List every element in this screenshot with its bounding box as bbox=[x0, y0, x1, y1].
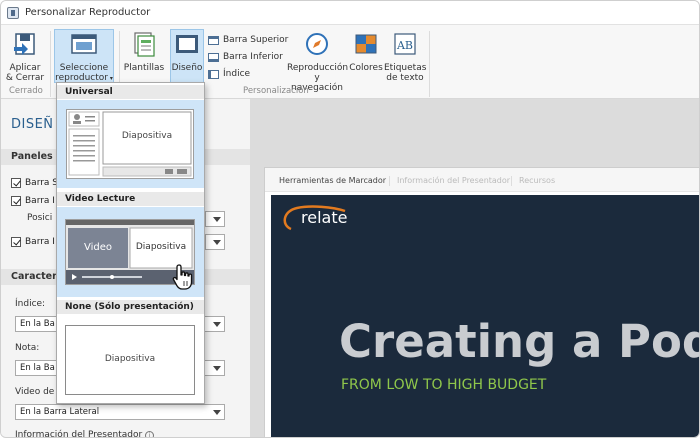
ribbon-separator bbox=[50, 31, 51, 97]
slide-title: Creating a Podc bbox=[339, 315, 699, 368]
universal-layout-icon bbox=[68, 111, 192, 177]
universal-thumbnail: Diapositiva bbox=[66, 109, 194, 179]
text-labels-label-1: Etiquetas bbox=[384, 63, 427, 73]
checkbox-bottom-bar[interactable]: Barra I bbox=[11, 195, 55, 207]
colors-label: Colores bbox=[349, 63, 383, 73]
option-header-video-lecture: Video Lecture bbox=[57, 192, 204, 206]
slide-canvas: relate Creating a Podc FROM LOW TO HIGH … bbox=[271, 195, 699, 437]
color-palette-icon bbox=[355, 34, 377, 54]
video-select[interactable]: En la Barra Lateral bbox=[15, 404, 225, 420]
none-thumbnail: Diapositiva bbox=[65, 325, 195, 395]
design-icon bbox=[176, 35, 198, 53]
apply-label-1: Aplicar bbox=[9, 63, 41, 73]
chevron-down-icon bbox=[213, 322, 221, 327]
text-labels-icon: AB bbox=[394, 33, 416, 55]
tab-bookmark-tools[interactable]: Herramientas de Marcador bbox=[279, 176, 386, 185]
video-lecture-slide-label: Diapositiva bbox=[135, 242, 187, 252]
select-player-button[interactable]: Seleccione reproductor ▾ bbox=[54, 29, 114, 83]
checkbox-index-bar[interactable]: Barra I bbox=[11, 236, 55, 248]
top-bar-button[interactable]: Barra Superior bbox=[208, 33, 288, 47]
select-value: En la Barra Lateral bbox=[20, 407, 100, 417]
player-layout-dropdown: Universal Diapositiva Video Lecture Vide… bbox=[56, 82, 205, 404]
tab-presenter-info[interactable]: Información del Presentador bbox=[397, 176, 510, 185]
presenter-info-label: Información del Presentador i bbox=[15, 430, 155, 438]
tab-separator bbox=[511, 176, 512, 186]
checkbox-top-bar[interactable]: Barra S bbox=[11, 177, 58, 189]
bottom-bar-icon bbox=[208, 52, 219, 62]
templates-label: Plantillas bbox=[123, 63, 165, 73]
panel-heading: DISEÑ bbox=[11, 117, 54, 132]
svg-text:AB: AB bbox=[396, 39, 413, 52]
text-labels-label-2: de texto bbox=[386, 73, 424, 83]
none-slide-label: Diapositiva bbox=[104, 354, 156, 364]
group-label-personalization: Personalización bbox=[243, 86, 309, 96]
app-icon bbox=[7, 7, 19, 19]
colors-button[interactable]: Colores bbox=[349, 31, 383, 81]
option-header-universal: Universal bbox=[57, 85, 204, 99]
checkbox-icon[interactable] bbox=[11, 178, 21, 188]
customize-player-window: Personalizar Reproductor Aplicar & Cerra… bbox=[0, 0, 700, 438]
chevron-down-icon: ▾ bbox=[107, 75, 113, 82]
presenter-info-text: Información del Presentador bbox=[15, 430, 143, 438]
templates-icon bbox=[134, 32, 155, 57]
position-select[interactable] bbox=[205, 211, 225, 227]
index-bar-select[interactable] bbox=[205, 234, 225, 250]
select-value: En la Ba bbox=[20, 363, 55, 373]
ribbon-separator bbox=[429, 31, 430, 97]
chevron-down-icon bbox=[213, 366, 221, 371]
option-header-none: None (Sólo presentación) bbox=[57, 300, 204, 314]
design-label: Diseño bbox=[171, 63, 203, 73]
logo-text: relate bbox=[301, 208, 348, 227]
group-label-closed: Cerrado bbox=[9, 86, 43, 96]
player-window-icon bbox=[71, 34, 97, 54]
templates-button[interactable]: Plantillas bbox=[122, 31, 166, 81]
apply-close-icon bbox=[14, 33, 35, 55]
design-button[interactable]: Diseño bbox=[170, 29, 204, 83]
playback-label-1: Reproducción bbox=[287, 63, 349, 73]
player-preview: Herramientas de Marcador Información del… bbox=[264, 167, 699, 437]
index-button[interactable]: Índice bbox=[208, 67, 250, 81]
playback-navigation-button[interactable]: Reproducción y navegación bbox=[287, 31, 349, 93]
video-label: Video bbox=[83, 242, 113, 253]
checkbox-label: Barra I bbox=[25, 237, 55, 247]
window-title: Personalizar Reproductor bbox=[25, 7, 151, 18]
select-player-label-1: Seleccione bbox=[59, 63, 109, 73]
video-label: Video de bbox=[15, 387, 55, 397]
slide-subtitle: FROM LOW TO HIGH BUDGET bbox=[341, 377, 547, 393]
top-bar-label: Barra Superior bbox=[223, 35, 289, 45]
chevron-down-icon bbox=[213, 410, 221, 415]
tab-separator bbox=[389, 176, 390, 186]
top-bar-icon bbox=[208, 35, 219, 45]
relate-logo: relate bbox=[281, 205, 351, 231]
text-labels-button[interactable]: AB Etiquetas de texto bbox=[384, 31, 427, 83]
hand-pointer-cursor-icon bbox=[172, 264, 193, 290]
checkbox-icon[interactable] bbox=[11, 196, 21, 206]
info-icon[interactable]: i bbox=[145, 431, 155, 437]
compass-icon bbox=[306, 33, 328, 55]
option-none-presentation-only[interactable]: Diapositiva bbox=[57, 315, 204, 403]
chevron-down-icon bbox=[213, 240, 221, 245]
select-value: En la Ba bbox=[20, 319, 55, 329]
universal-slide-label: Diapositiva bbox=[121, 131, 173, 141]
checkbox-label: Barra I bbox=[25, 196, 55, 206]
option-universal[interactable]: Diapositiva bbox=[57, 100, 204, 188]
position-label: Posici bbox=[27, 213, 53, 223]
checkbox-icon[interactable] bbox=[11, 237, 21, 247]
bottom-bar-button[interactable]: Barra Inferior bbox=[208, 50, 283, 64]
bottom-bar-label: Barra Inferior bbox=[223, 52, 283, 62]
checkbox-label: Barra S bbox=[25, 178, 59, 188]
index-icon bbox=[208, 69, 219, 79]
apply-close-button[interactable]: Aplicar & Cerrar bbox=[5, 31, 45, 83]
index-label: Índice bbox=[223, 69, 251, 79]
chevron-down-icon bbox=[213, 217, 221, 222]
title-bar: Personalizar Reproductor bbox=[1, 1, 699, 25]
tab-resources[interactable]: Recursos bbox=[519, 176, 555, 185]
note-label: Nota: bbox=[15, 343, 40, 353]
player-tab-bar: Herramientas de Marcador Información del… bbox=[265, 168, 699, 192]
index-setting-label: Índice: bbox=[15, 299, 46, 309]
apply-label-2: & Cerrar bbox=[5, 73, 45, 83]
